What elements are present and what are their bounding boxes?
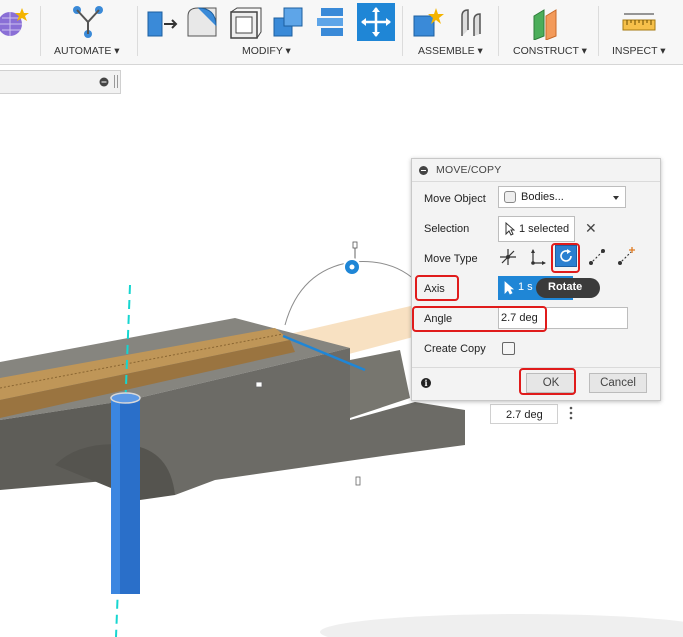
lower-handle bbox=[355, 476, 361, 486]
inspect-menu[interactable]: INSPECT ▾ bbox=[612, 45, 666, 57]
automate-menu[interactable]: AUTOMATE ▾ bbox=[54, 45, 120, 57]
rotate-highlight bbox=[551, 243, 580, 273]
offset-plane-icon[interactable] bbox=[530, 6, 564, 40]
collapse-dialog-icon[interactable] bbox=[419, 166, 428, 175]
rotate-tooltip: Rotate bbox=[536, 278, 600, 298]
press-pull-icon[interactable] bbox=[146, 6, 180, 40]
point-to-point-icon[interactable] bbox=[587, 247, 607, 267]
ok-highlight bbox=[519, 368, 576, 395]
move-type-label: Move Type bbox=[424, 253, 478, 265]
info-icon[interactable]: i bbox=[421, 378, 431, 388]
selection-button[interactable]: 1 selected bbox=[498, 216, 575, 242]
translate-icon[interactable] bbox=[527, 247, 547, 267]
assemble-menu[interactable]: ASSEMBLE ▾ bbox=[418, 45, 483, 57]
joint-icon[interactable] bbox=[456, 6, 490, 40]
construct-menu[interactable]: CONSTRUCT ▾ bbox=[513, 45, 587, 57]
create-copy-checkbox[interactable] bbox=[502, 342, 515, 355]
cylinder-top bbox=[110, 392, 141, 404]
clear-selection-icon[interactable]: ✕ bbox=[585, 220, 597, 237]
dialog-header: MOVE/COPY bbox=[412, 159, 660, 182]
shell-icon[interactable] bbox=[229, 6, 263, 40]
cursor-icon bbox=[505, 222, 515, 236]
ground-shadow bbox=[320, 614, 683, 637]
create-copy-label: Create Copy bbox=[424, 343, 486, 355]
arc-handle-top bbox=[352, 241, 358, 249]
automate-icon[interactable] bbox=[70, 4, 106, 40]
modify-menu[interactable]: MODIFY ▾ bbox=[242, 45, 291, 57]
point-handle bbox=[255, 381, 263, 388]
more-options-icon[interactable] bbox=[569, 405, 573, 421]
axis-highlight bbox=[415, 275, 459, 301]
bodies-icon bbox=[504, 191, 516, 203]
align-icon[interactable] bbox=[315, 6, 349, 40]
cursor-icon bbox=[504, 281, 514, 295]
globe-icon[interactable] bbox=[0, 6, 32, 38]
ribbon-toolbar: AUTOMATE ▾ MODIFY ▾ ASSEMBLE ▾ CONSTRUCT… bbox=[0, 0, 683, 65]
free-move-icon[interactable] bbox=[498, 247, 518, 267]
measure-icon[interactable] bbox=[622, 10, 656, 36]
fillet-icon[interactable] bbox=[186, 6, 220, 40]
chevron-down-icon bbox=[613, 196, 619, 200]
point-to-position-icon[interactable] bbox=[616, 247, 636, 267]
move-object-label: Move Object bbox=[424, 193, 486, 205]
selection-label: Selection bbox=[424, 223, 470, 235]
combine-icon[interactable] bbox=[272, 6, 306, 40]
cancel-button[interactable]: Cancel bbox=[589, 373, 647, 393]
new-component-icon[interactable] bbox=[412, 6, 446, 40]
dialog-title: MOVE/COPY bbox=[436, 164, 502, 176]
angle-value-tag[interactable]: 2.7 deg bbox=[490, 404, 558, 424]
move-copy-icon[interactable] bbox=[357, 3, 395, 41]
move-object-select[interactable]: Bodies... bbox=[498, 186, 626, 208]
angle-highlight bbox=[412, 306, 547, 332]
